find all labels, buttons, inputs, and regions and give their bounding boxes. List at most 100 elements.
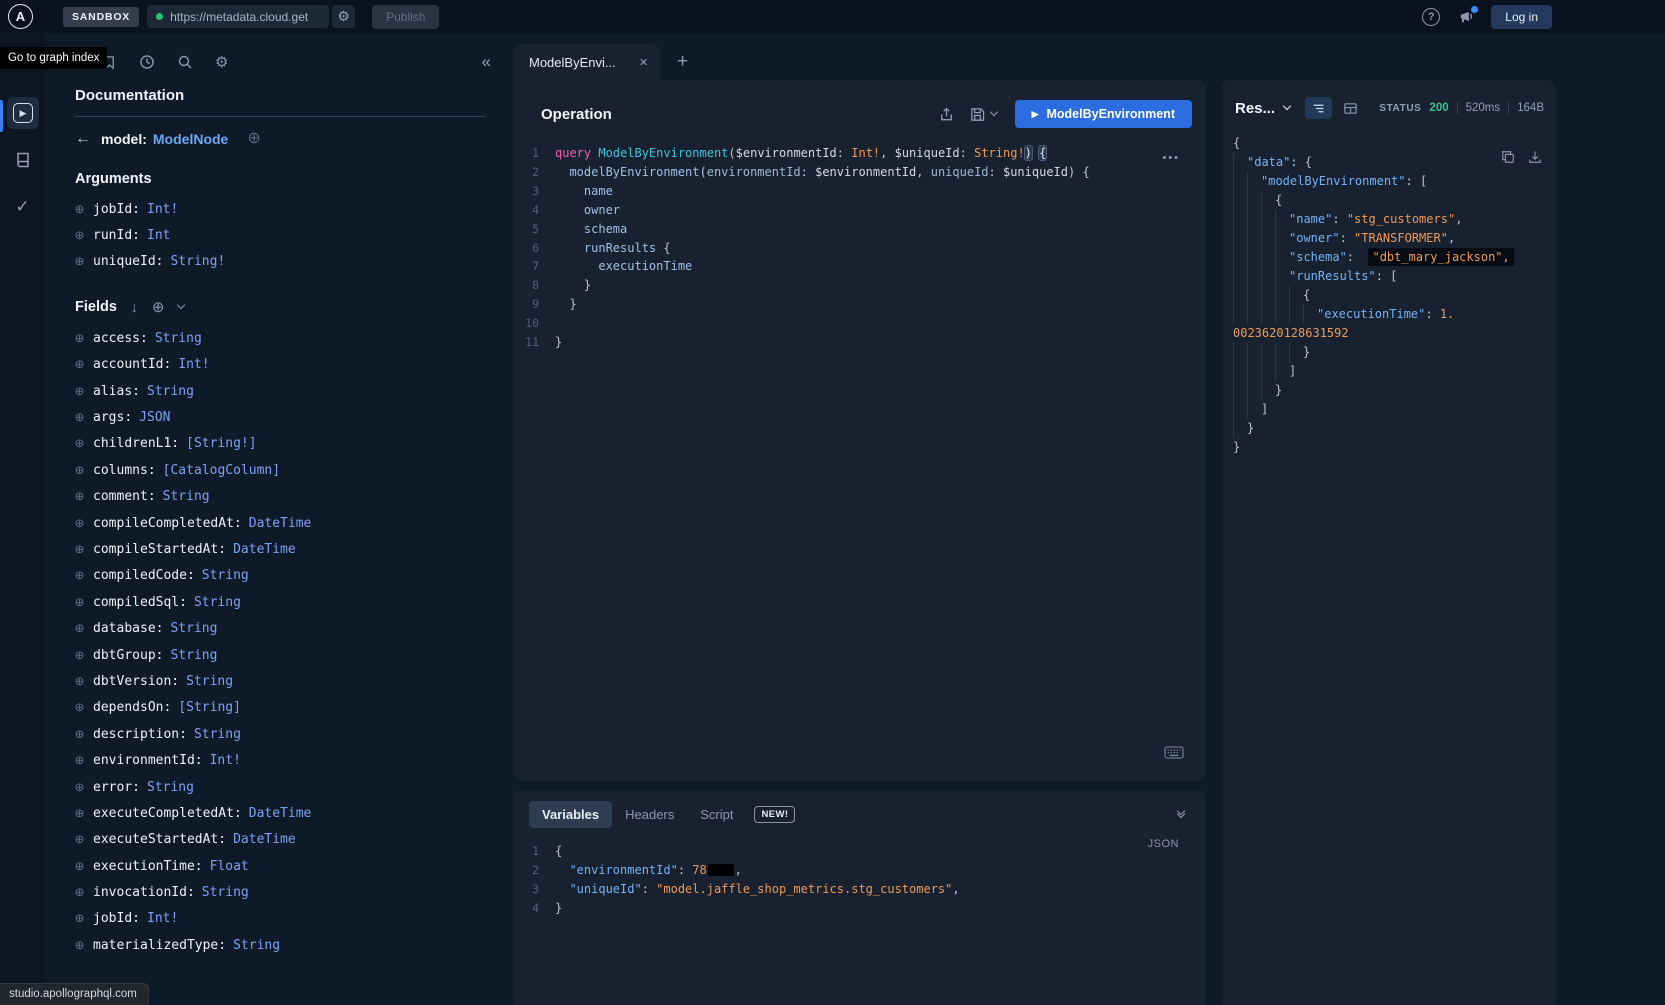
response-title-dropdown[interactable]: Res... — [1235, 100, 1290, 117]
operation-more-menu[interactable]: ••• — [1162, 152, 1180, 164]
settings-gear-icon[interactable]: ⚙ — [215, 53, 228, 71]
tab-script[interactable]: Script — [687, 801, 746, 828]
rail-item-checks[interactable]: ✓ — [7, 191, 39, 223]
doc-field-row[interactable]: ⊕invocationId:String — [75, 879, 485, 905]
add-field-icon[interactable]: ⊕ — [75, 384, 84, 399]
close-tab-icon[interactable]: × — [637, 54, 650, 71]
download-response-button[interactable] — [1528, 150, 1542, 164]
field-type-link[interactable]: String — [170, 621, 217, 636]
field-type-link[interactable]: DateTime — [249, 806, 312, 821]
fields-chevron-icon[interactable] — [178, 306, 184, 308]
doc-field-row[interactable]: ⊕executionTime:Float — [75, 853, 485, 879]
field-type-link[interactable]: String — [202, 885, 249, 900]
add-field-icon[interactable]: ⊕ — [75, 410, 84, 425]
doc-field-row[interactable]: ⊕compileStartedAt:DateTime — [75, 536, 485, 562]
add-field-icon[interactable]: ⊕ — [75, 832, 84, 847]
doc-field-row[interactable]: ⊕dependsOn:[String] — [75, 695, 485, 721]
tab-variables[interactable]: Variables — [529, 801, 612, 828]
doc-field-row[interactable]: ⊕childrenL1:[String!] — [75, 431, 485, 457]
doc-field-row[interactable]: ⊕comment:String — [75, 484, 485, 510]
add-field-icon[interactable]: ⊕ — [75, 674, 84, 689]
add-field-icon[interactable]: ⊕ — [75, 463, 84, 478]
add-field-icon[interactable]: ⊕ — [75, 753, 84, 768]
doc-field-row[interactable]: ⊕executeStartedAt:DateTime — [75, 827, 485, 853]
doc-field-row[interactable]: ⊕database:String — [75, 615, 485, 641]
doc-field-row[interactable]: ⊕columns:[CatalogColumn] — [75, 457, 485, 483]
doc-field-row[interactable]: ⊕environmentId:Int! — [75, 747, 485, 773]
breadcrumb-type-link[interactable]: ModelNode — [153, 131, 228, 147]
field-type-link[interactable]: String — [155, 331, 202, 346]
keyboard-shortcuts-icon[interactable] — [1164, 746, 1184, 759]
search-icon[interactable] — [177, 54, 193, 70]
field-type-link[interactable]: String — [233, 938, 280, 953]
rail-item-explorer[interactable]: ▶ — [7, 97, 39, 129]
field-type-link[interactable]: Int! — [178, 357, 209, 372]
operation-editor[interactable]: 1query ModelByEnvironment($environmentId… — [513, 144, 1206, 352]
add-all-fields-icon[interactable]: ⊕ — [152, 298, 165, 316]
field-type-link[interactable]: DateTime — [249, 516, 312, 531]
add-field-icon[interactable]: ⊕ — [75, 727, 84, 742]
add-type-icon[interactable]: ⊕ — [247, 131, 260, 147]
help-icon[interactable]: ? — [1422, 8, 1440, 26]
add-field-icon[interactable]: ⊕ — [75, 436, 84, 451]
add-field-icon[interactable]: ⊕ — [75, 911, 84, 926]
doc-field-row[interactable]: ⊕executeCompletedAt:DateTime — [75, 800, 485, 826]
collapse-panel-icon[interactable]: « — [482, 52, 489, 72]
field-type-link[interactable]: DateTime — [233, 542, 296, 557]
add-field-icon[interactable]: ⊕ — [75, 859, 84, 874]
publish-button[interactable]: Publish — [372, 5, 439, 29]
add-field-icon[interactable]: ⊕ — [75, 938, 84, 953]
rail-item-schema[interactable] — [7, 144, 39, 176]
add-field-icon[interactable]: ⊕ — [75, 202, 84, 217]
doc-field-row[interactable]: ⊕alias:String — [75, 378, 485, 404]
add-field-icon[interactable]: ⊕ — [75, 568, 84, 583]
field-type-link[interactable]: String — [147, 384, 194, 399]
field-type-link[interactable]: [String!] — [186, 436, 256, 451]
copy-response-button[interactable] — [1501, 150, 1515, 164]
doc-field-row[interactable]: ⊕error:String — [75, 774, 485, 800]
tab-model-by-environment[interactable]: ModelByEnvi... × — [513, 44, 660, 80]
field-type-link[interactable]: String — [170, 648, 217, 663]
add-field-icon[interactable]: ⊕ — [75, 780, 84, 795]
field-type-link[interactable]: JSON — [139, 410, 170, 425]
add-field-icon[interactable]: ⊕ — [75, 489, 84, 504]
run-operation-button[interactable]: ▶ ModelByEnvironment — [1015, 100, 1192, 128]
doc-field-row[interactable]: ⊕access:String — [75, 325, 485, 351]
field-type-link[interactable]: DateTime — [233, 832, 296, 847]
doc-field-row[interactable]: ⊕dbtGroup:String — [75, 642, 485, 668]
doc-field-row[interactable]: ⊕description:String — [75, 721, 485, 747]
add-field-icon[interactable]: ⊕ — [75, 254, 84, 269]
doc-field-row[interactable]: ⊕accountId:Int! — [75, 352, 485, 378]
add-field-icon[interactable]: ⊕ — [75, 228, 84, 243]
save-operation-button[interactable] — [970, 107, 997, 122]
add-field-icon[interactable]: ⊕ — [75, 885, 84, 900]
add-field-icon[interactable]: ⊕ — [75, 357, 84, 372]
add-field-icon[interactable]: ⊕ — [75, 331, 84, 346]
announcements-button[interactable] — [1458, 8, 1475, 25]
add-field-icon[interactable]: ⊕ — [75, 648, 84, 663]
field-type-link[interactable]: Int! — [210, 753, 241, 768]
field-type-link[interactable]: String — [194, 595, 241, 610]
history-icon[interactable] — [139, 54, 155, 70]
field-type-link[interactable]: String — [163, 489, 210, 504]
back-arrow-icon[interactable]: ← — [75, 130, 91, 148]
collapse-variables-icon[interactable] — [1178, 812, 1184, 817]
endpoint-url-input[interactable]: https://metadata.cloud.get — [147, 5, 329, 28]
field-type-link[interactable]: Int! — [147, 202, 178, 217]
doc-field-row[interactable]: ⊕args:JSON — [75, 404, 485, 430]
add-field-icon[interactable]: ⊕ — [75, 595, 84, 610]
login-button[interactable]: Log in — [1491, 5, 1552, 29]
doc-field-row[interactable]: ⊕jobId:Int! — [75, 906, 485, 932]
field-type-link[interactable]: String — [194, 727, 241, 742]
share-operation-button[interactable] — [939, 107, 954, 122]
field-type-link[interactable]: Int! — [147, 911, 178, 926]
doc-field-row[interactable]: ⊕compiledSql:String — [75, 589, 485, 615]
doc-field-row[interactable]: ⊕uniqueId:String! — [75, 249, 485, 275]
add-field-icon[interactable]: ⊕ — [75, 516, 84, 531]
tree-view-toggle[interactable] — [1305, 97, 1332, 119]
field-type-link[interactable]: String — [186, 674, 233, 689]
field-type-link[interactable]: Float — [210, 859, 249, 874]
field-type-link[interactable]: String! — [170, 254, 225, 269]
add-field-icon[interactable]: ⊕ — [75, 542, 84, 557]
variables-editor[interactable]: 1{2 "environmentId": 78,3 "uniqueId": "m… — [513, 842, 1206, 918]
